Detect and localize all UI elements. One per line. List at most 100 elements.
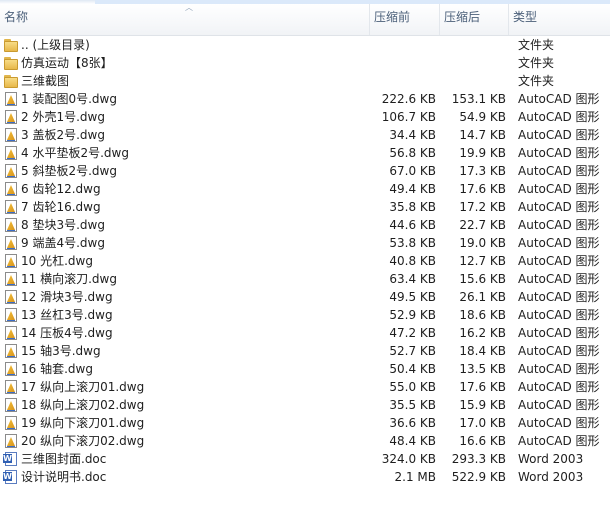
file-name: 7 齿轮16.dwg: [21, 200, 101, 214]
file-row[interactable]: 18 纵向上滚刀02.dwg 35.5 KB 15.9 KB AutoCAD 图形: [0, 396, 610, 414]
file-row[interactable]: 仿真运动【8张】 文件夹: [0, 54, 610, 72]
file-name: 4 水平垫板2号.dwg: [21, 146, 129, 160]
file-name: 13 丝杠3号.dwg: [21, 308, 113, 322]
file-type: AutoCAD 图形: [518, 272, 600, 286]
file-row[interactable]: 8 垫块3号.dwg 44.6 KB 22.7 KB AutoCAD 图形: [0, 216, 610, 234]
dwg-file-icon: [3, 271, 19, 287]
size-after: 16.2 KB: [459, 326, 506, 340]
file-row[interactable]: 19 纵向下滚刀01.dwg 36.6 KB 17.0 KB AutoCAD 图形: [0, 414, 610, 432]
dwg-file-icon: [3, 181, 19, 197]
column-header: 名称 ︿ 压缩前 压缩后 类型: [0, 4, 610, 36]
file-row[interactable]: .. (上级目录) 文件夹: [0, 36, 610, 54]
dwg-file-icon: [3, 235, 19, 251]
file-name: 8 垫块3号.dwg: [21, 218, 105, 232]
file-type: AutoCAD 图形: [518, 326, 600, 340]
size-after: 12.7 KB: [459, 254, 506, 268]
column-header-before-label: 压缩前: [374, 10, 411, 24]
dwg-file-icon: [3, 91, 19, 107]
file-name: 15 轴3号.dwg: [21, 344, 101, 358]
file-row[interactable]: 4 水平垫板2号.dwg 56.8 KB 19.9 KB AutoCAD 图形: [0, 144, 610, 162]
file-row[interactable]: 12 滑块3号.dwg 49.5 KB 26.1 KB AutoCAD 图形: [0, 288, 610, 306]
dwg-file-icon: [3, 433, 19, 449]
column-header-type[interactable]: 类型: [508, 4, 610, 35]
file-type: AutoCAD 图形: [518, 236, 600, 250]
file-type: Word 2003: [518, 452, 584, 466]
file-row[interactable]: 1 装配图0号.dwg 222.6 KB 153.1 KB AutoCAD 图形: [0, 90, 610, 108]
file-row[interactable]: 6 齿轮12.dwg 49.4 KB 17.6 KB AutoCAD 图形: [0, 180, 610, 198]
file-name: 三维截图: [21, 74, 70, 88]
file-row[interactable]: 20 纵向下滚刀02.dwg 48.4 KB 16.6 KB AutoCAD 图形: [0, 432, 610, 450]
folder-icon: [3, 37, 19, 53]
file-row[interactable]: 3 盖板2号.dwg 34.4 KB 14.7 KB AutoCAD 图形: [0, 126, 610, 144]
size-after: 22.7 KB: [459, 218, 506, 232]
size-before: 44.6 KB: [389, 218, 436, 232]
file-row[interactable]: 16 轴套.dwg 50.4 KB 13.5 KB AutoCAD 图形: [0, 360, 610, 378]
size-after: 293.3 KB: [451, 452, 506, 466]
dwg-file-icon: [3, 307, 19, 323]
column-header-after-label: 压缩后: [444, 10, 481, 24]
size-after: 17.0 KB: [459, 416, 506, 430]
file-type: AutoCAD 图形: [518, 344, 600, 358]
file-type: AutoCAD 图形: [518, 254, 600, 268]
dwg-file-icon: [3, 361, 19, 377]
file-row[interactable]: 13 丝杠3号.dwg 52.9 KB 18.6 KB AutoCAD 图形: [0, 306, 610, 324]
file-row[interactable]: 15 轴3号.dwg 52.7 KB 18.4 KB AutoCAD 图形: [0, 342, 610, 360]
file-row[interactable]: W 三维图封面.doc 324.0 KB 293.3 KB Word 2003: [0, 450, 610, 468]
size-before: 55.0 KB: [389, 380, 436, 394]
file-row[interactable]: 11 横向滚刀.dwg 63.4 KB 15.6 KB AutoCAD 图形: [0, 270, 610, 288]
file-name: 2 外壳1号.dwg: [21, 110, 105, 124]
file-row[interactable]: 7 齿轮16.dwg 35.8 KB 17.2 KB AutoCAD 图形: [0, 198, 610, 216]
size-after: 153.1 KB: [451, 92, 506, 106]
size-after: 522.9 KB: [451, 470, 506, 484]
file-type: AutoCAD 图形: [518, 218, 600, 232]
column-header-after[interactable]: 压缩后: [439, 4, 509, 35]
file-type: AutoCAD 图形: [518, 308, 600, 322]
file-name: 3 盖板2号.dwg: [21, 128, 105, 142]
size-before: 106.7 KB: [381, 110, 436, 124]
size-after: 15.9 KB: [459, 398, 506, 412]
column-header-name[interactable]: 名称 ︿: [0, 4, 370, 35]
size-before: 324.0 KB: [381, 452, 436, 466]
size-before: 35.8 KB: [389, 200, 436, 214]
dwg-file-icon: [3, 253, 19, 269]
column-header-before[interactable]: 压缩前: [369, 4, 440, 35]
folder-icon: [3, 55, 19, 71]
size-after: 18.4 KB: [459, 344, 506, 358]
dwg-file-icon: [3, 415, 19, 431]
file-row[interactable]: 14 压板4号.dwg 47.2 KB 16.2 KB AutoCAD 图形: [0, 324, 610, 342]
file-name: 12 滑块3号.dwg: [21, 290, 113, 304]
word-doc-icon: W: [3, 451, 19, 467]
file-name: 1 装配图0号.dwg: [21, 92, 117, 106]
file-type: AutoCAD 图形: [518, 182, 600, 196]
size-after: 19.0 KB: [459, 236, 506, 250]
dwg-file-icon: [3, 127, 19, 143]
file-type: AutoCAD 图形: [518, 434, 600, 448]
size-before: 52.9 KB: [389, 308, 436, 322]
file-name: 设计说明书.doc: [21, 470, 107, 484]
file-type: AutoCAD 图形: [518, 146, 600, 160]
dwg-file-icon: [3, 343, 19, 359]
size-before: 40.8 KB: [389, 254, 436, 268]
dwg-file-icon: [3, 199, 19, 215]
file-row[interactable]: 17 纵向上滚刀01.dwg 55.0 KB 17.6 KB AutoCAD 图形: [0, 378, 610, 396]
file-row[interactable]: 9 端盖4号.dwg 53.8 KB 19.0 KB AutoCAD 图形: [0, 234, 610, 252]
file-type: AutoCAD 图形: [518, 110, 600, 124]
column-header-type-label: 类型: [513, 10, 538, 24]
size-before: 48.4 KB: [389, 434, 436, 448]
file-name: 18 纵向上滚刀02.dwg: [21, 398, 145, 412]
file-row[interactable]: W 设计说明书.doc 2.1 MB 522.9 KB Word 2003: [0, 468, 610, 486]
file-row[interactable]: 2 外壳1号.dwg 106.7 KB 54.9 KB AutoCAD 图形: [0, 108, 610, 126]
size-before: 49.5 KB: [389, 290, 436, 304]
file-name: 19 纵向下滚刀01.dwg: [21, 416, 145, 430]
dwg-file-icon: [3, 325, 19, 341]
size-before: 52.7 KB: [389, 344, 436, 358]
size-before: 63.4 KB: [389, 272, 436, 286]
file-row[interactable]: 三维截图 文件夹: [0, 72, 610, 90]
file-name: 仿真运动【8张】: [21, 56, 113, 70]
file-row[interactable]: 10 光杠.dwg 40.8 KB 12.7 KB AutoCAD 图形: [0, 252, 610, 270]
file-name: 10 光杠.dwg: [21, 254, 93, 268]
size-before: 49.4 KB: [389, 182, 436, 196]
file-name: 17 纵向上滚刀01.dwg: [21, 380, 145, 394]
file-name: .. (上级目录): [21, 38, 90, 52]
file-row[interactable]: 5 斜垫板2号.dwg 67.0 KB 17.3 KB AutoCAD 图形: [0, 162, 610, 180]
